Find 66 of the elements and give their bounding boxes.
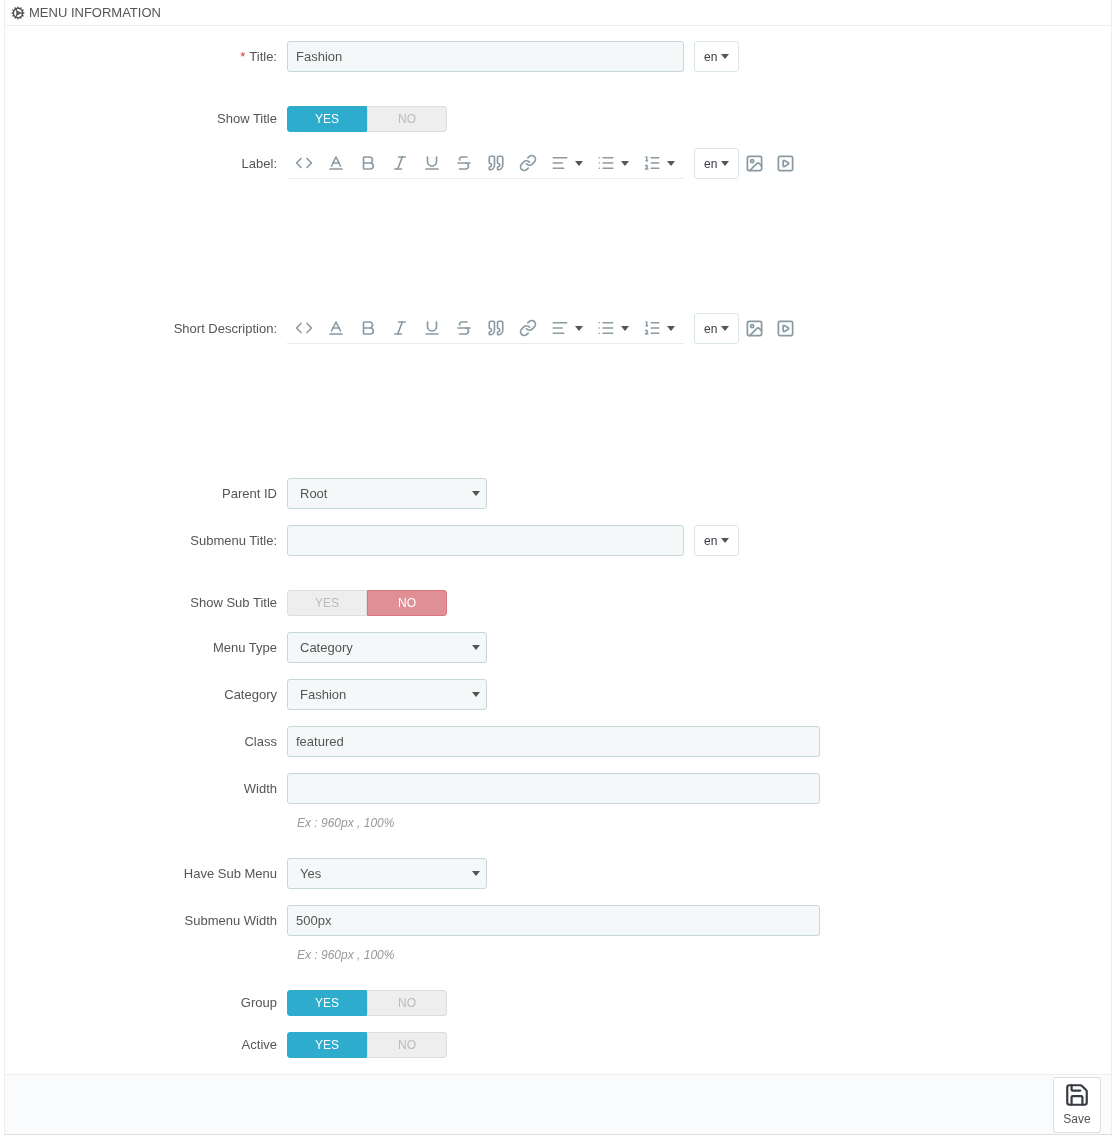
field-label: Short Description: [173,319,277,338]
field-label: Show Title [217,110,277,129]
help-text: Ex : 960px , 100% [297,816,395,831]
select-field[interactable]: Yes [287,858,487,890]
field-label: Active [241,1036,277,1055]
field-label: Width [243,779,277,798]
field-label: Menu Type [212,638,277,657]
text-color-icon[interactable] [327,154,345,173]
text-field[interactable]: featured [287,726,820,758]
insert-image-icon[interactable] [745,319,765,339]
caret-icon [575,160,583,166]
field-label: Class [244,732,277,751]
caret-icon [721,161,730,167]
select-field[interactable]: Category [287,632,487,664]
insert-video-icon[interactable] [776,319,796,339]
panel-title: MENU INFORMATION [29,3,161,22]
underline-icon[interactable] [423,154,441,173]
caret-icon [721,538,730,544]
field-label: Have Sub Menu [183,864,277,883]
dropdown-arrow-icon [472,692,480,698]
strikethrough-icon[interactable] [455,319,473,338]
language-dropdown[interactable]: en [694,148,740,180]
save-button[interactable]: Save [1053,1076,1101,1133]
required-mark: * [240,47,246,66]
language-dropdown[interactable]: en [694,313,740,345]
field-label: Submenu Title: [190,531,277,550]
field-label: Category [224,685,277,704]
link-icon[interactable] [519,319,537,338]
select-field[interactable]: Fashion [287,679,487,711]
text-color-icon[interactable] [327,319,345,338]
settings-icon [11,5,25,20]
language-dropdown[interactable]: en [694,41,740,73]
dropdown-arrow-icon [472,645,480,651]
caret-icon [621,325,629,331]
insert-video-icon[interactable] [776,154,796,174]
text-field[interactable] [287,525,684,557]
dropdown-arrow-icon [472,871,480,877]
caret-icon [667,325,675,331]
strikethrough-icon[interactable] [455,154,473,173]
help-text: Ex : 960px , 100% [297,948,395,963]
caret-icon [667,160,675,166]
field-label: Show Sub Title [190,594,277,613]
italic-icon[interactable] [391,154,409,173]
quote-icon[interactable] [487,319,505,338]
underline-icon[interactable] [423,319,441,338]
field-label: Parent ID [222,484,277,503]
link-icon[interactable] [519,154,537,173]
quote-icon[interactable] [487,154,505,173]
numbered-list-icon[interactable] [643,319,661,338]
caret-icon [721,326,730,332]
caret-icon [575,325,583,331]
field-label: Label: [241,154,277,173]
field-label: Submenu Width [184,911,277,930]
text-field[interactable] [287,773,820,805]
numbered-list-icon[interactable] [643,154,661,173]
text-field[interactable]: Fashion [287,41,684,73]
language-dropdown[interactable]: en [694,525,740,557]
caret-icon [621,160,629,166]
field-label: Group [240,994,277,1013]
caret-icon [721,54,730,60]
dropdown-arrow-icon [472,491,480,497]
text-field[interactable]: 500px [287,905,820,937]
italic-icon[interactable] [391,319,409,338]
field-label: Title: [249,47,277,66]
select-field[interactable]: Root [287,478,487,510]
insert-image-icon[interactable] [745,154,765,174]
